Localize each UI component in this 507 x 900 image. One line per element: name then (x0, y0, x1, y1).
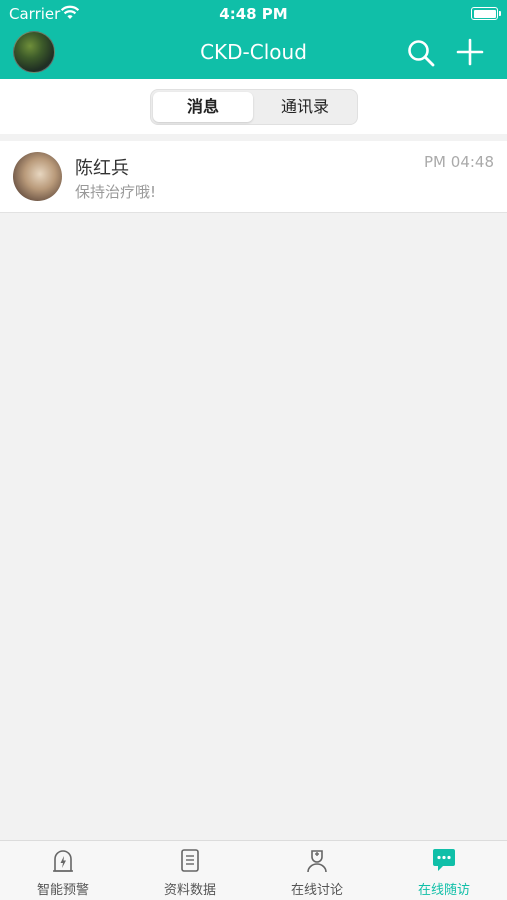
segment-contacts[interactable]: 通讯录 (255, 92, 355, 122)
search-icon[interactable] (406, 38, 436, 68)
tab-followup[interactable]: 在线随访 (381, 841, 507, 900)
alert-icon (53, 850, 73, 872)
top-bar: Carrier 4:48 PM CKD-Cloud (0, 0, 507, 79)
segment-bar: 消息 通讯录 (0, 79, 507, 134)
status-time: 4:48 PM (219, 5, 288, 23)
status-bar: Carrier 4:48 PM (0, 0, 507, 28)
tab-discussion[interactable]: 在线讨论 (254, 841, 380, 900)
contact-name: 陈红兵 (75, 158, 129, 179)
tab-label: 在线讨论 (290, 883, 343, 898)
tab-label: 智能预警 (36, 883, 89, 898)
tab-warning[interactable]: 智能预警 (0, 841, 126, 900)
tab-label: 在线随访 (417, 883, 470, 898)
chat-bubble-icon (433, 849, 455, 871)
plus-icon[interactable] (455, 37, 485, 67)
message-time: PM 04:48 (424, 153, 494, 171)
battery-icon (471, 7, 501, 20)
conversation-row[interactable]: 陈红兵 保持治疗哦! PM 04:48 (0, 141, 507, 213)
contact-avatar (13, 152, 62, 201)
document-icon (181, 849, 199, 872)
tab-label: 资料数据 (163, 883, 216, 898)
segment-messages[interactable]: 消息 (153, 92, 253, 122)
segmented-control: 消息 通讯录 (150, 89, 358, 125)
doctor-icon (307, 850, 327, 873)
tab-bar: 智能预警 资料数据 在线讨论 在线随访 (0, 840, 507, 900)
last-message: 保持治疗哦! (75, 183, 157, 201)
tab-data[interactable]: 资料数据 (127, 841, 253, 900)
